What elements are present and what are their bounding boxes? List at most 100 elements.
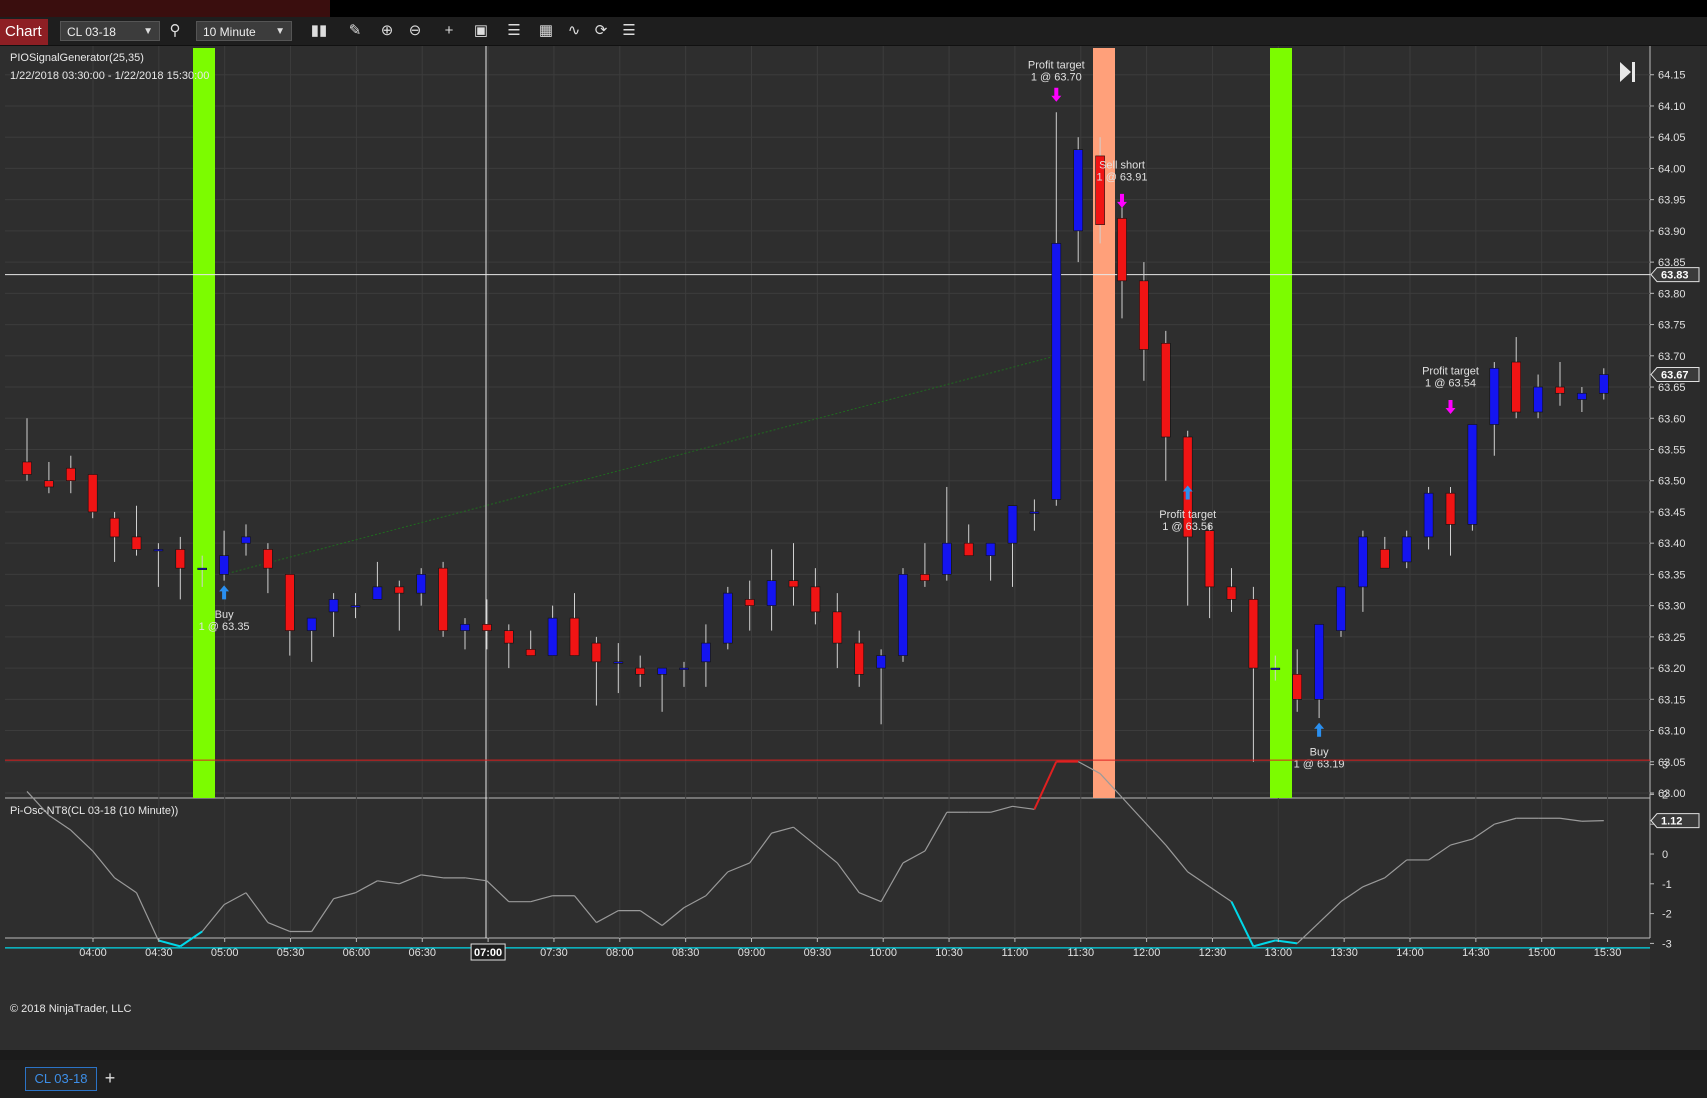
chart-style-icon[interactable]: ☰ bbox=[503, 21, 525, 41]
chart-menu-button[interactable]: Chart bbox=[0, 19, 48, 45]
candle-up bbox=[1599, 374, 1609, 394]
window-top-strip bbox=[0, 0, 1707, 17]
zoom-in-icon[interactable]: ⊕ bbox=[376, 21, 398, 41]
candle-up bbox=[941, 542, 952, 575]
price-tick-label: 63.40 bbox=[1658, 538, 1686, 550]
price-tick-label: 63.50 bbox=[1658, 476, 1686, 488]
signal-band-green bbox=[1270, 48, 1292, 798]
signal-label: Sell short bbox=[1099, 159, 1145, 171]
candle-up bbox=[1314, 624, 1324, 700]
zoom-out-icon[interactable]: ⊖ bbox=[404, 21, 426, 41]
price-tick-label: 64.15 bbox=[1658, 70, 1686, 82]
candle-down bbox=[1445, 492, 1456, 525]
price-tick-label: 63.60 bbox=[1658, 413, 1686, 425]
strategies-icon[interactable]: ▦ bbox=[535, 21, 557, 41]
oscillator-label: Pi-Osc-NT8(CL 03-18 (10 Minute)) bbox=[10, 805, 178, 817]
time-tick-label: 14:30 bbox=[1462, 947, 1490, 959]
tab-cl-03-18[interactable]: CL 03-18 bbox=[25, 1067, 97, 1091]
candle-down bbox=[854, 642, 865, 675]
candle-down bbox=[525, 649, 536, 656]
add-tab-button[interactable]: + bbox=[100, 1067, 120, 1089]
candle-down bbox=[175, 549, 186, 569]
candle-up bbox=[1423, 492, 1434, 538]
candle-up bbox=[460, 624, 470, 631]
candle-up bbox=[328, 599, 339, 613]
crosshair-icon[interactable]: + bbox=[438, 21, 460, 41]
candle-down bbox=[1555, 386, 1565, 394]
window-top-strip-accent bbox=[0, 0, 330, 17]
search-icon[interactable]: ⚲ bbox=[164, 21, 186, 41]
signal-label: Profit target bbox=[1422, 366, 1479, 378]
candle-up bbox=[350, 605, 361, 608]
candle-down bbox=[744, 599, 755, 606]
time-tick-label: 08:30 bbox=[672, 947, 700, 959]
price-tick-label: 63.95 bbox=[1658, 195, 1686, 207]
time-tick-label: 10:00 bbox=[869, 947, 897, 959]
price-tick-label: 63.90 bbox=[1658, 226, 1686, 238]
candle-down bbox=[920, 574, 930, 581]
candle-down bbox=[1292, 674, 1302, 700]
time-tick-label: 11:30 bbox=[1067, 947, 1094, 959]
signal-label: Buy bbox=[215, 609, 234, 621]
candle-up bbox=[153, 549, 164, 552]
data-box-icon[interactable]: ▣ bbox=[470, 21, 492, 41]
candle-down bbox=[1204, 530, 1215, 588]
draw-pencil-icon[interactable]: ✎ bbox=[344, 21, 366, 41]
candle-up bbox=[722, 592, 733, 644]
interval-value: 10 Minute bbox=[203, 25, 256, 39]
properties-icon[interactable]: ☰ bbox=[618, 21, 640, 41]
candle-down bbox=[591, 642, 602, 663]
time-tick-label: 15:00 bbox=[1528, 947, 1556, 959]
candle-down bbox=[963, 542, 974, 556]
time-tick-label: 04:30 bbox=[145, 947, 173, 959]
time-tick-label: 04:00 bbox=[79, 947, 107, 959]
candle-down bbox=[1117, 218, 1127, 282]
interval-selector[interactable]: 10 Minute ▼ bbox=[196, 21, 292, 41]
candle-down bbox=[810, 586, 821, 613]
chart-canvas[interactable]: Buy1 @ 63.35Profit target1 @ 63.70Sell s… bbox=[0, 46, 1707, 1050]
candle-down bbox=[131, 536, 142, 550]
price-tick-label: 63.65 bbox=[1658, 382, 1686, 394]
candle-up bbox=[1270, 667, 1281, 670]
candle-up bbox=[657, 667, 667, 675]
candle-down bbox=[503, 630, 514, 644]
candle-up bbox=[372, 586, 383, 600]
osc-last-value-marker: 1.12 bbox=[1661, 816, 1682, 828]
chevron-down-icon: ▼ bbox=[275, 26, 285, 37]
time-tick-label: 14:00 bbox=[1396, 947, 1424, 959]
candle-up bbox=[1358, 536, 1368, 588]
price-tick-label: 63.15 bbox=[1658, 694, 1686, 706]
candle-up bbox=[1029, 511, 1040, 514]
candle-up bbox=[1489, 367, 1500, 425]
candle-down bbox=[1248, 599, 1259, 669]
osc-tick-label: 0 bbox=[1662, 849, 1668, 861]
price-tick-label: 64.10 bbox=[1658, 101, 1686, 113]
time-tick-label: 11:00 bbox=[1002, 947, 1029, 959]
candle-up bbox=[1401, 536, 1412, 563]
candle-down bbox=[1161, 343, 1171, 438]
price-tick-label: 63.35 bbox=[1658, 569, 1686, 581]
price-tick-label: 63.45 bbox=[1658, 507, 1686, 519]
reload-icon[interactable]: ⟳ bbox=[590, 21, 612, 41]
bar-type-icon[interactable]: ▮▮ bbox=[308, 21, 330, 41]
signal-price: 1 @ 63.70 bbox=[1031, 71, 1082, 83]
candle-down bbox=[1226, 586, 1237, 600]
candle-down bbox=[788, 580, 799, 588]
osc-tick-label: -2 bbox=[1662, 909, 1672, 921]
candle-up bbox=[701, 642, 711, 663]
time-tick-label: 06:00 bbox=[343, 947, 371, 959]
price-tick-label: 63.20 bbox=[1658, 663, 1686, 675]
time-tick-label: 08:00 bbox=[606, 947, 634, 959]
indicators-icon[interactable]: ∿ bbox=[563, 21, 585, 41]
instrument-selector[interactable]: CL 03-18 ▼ bbox=[60, 21, 160, 41]
time-tick-label: 13:00 bbox=[1265, 947, 1293, 959]
candle-down bbox=[1511, 361, 1521, 413]
signal-price: 1 @ 63.56 bbox=[1162, 521, 1213, 533]
crosshair-price-marker: 63.83 bbox=[1661, 270, 1689, 282]
crosshair-time-label: 07:00 bbox=[474, 947, 502, 959]
signal-label: Buy bbox=[1310, 746, 1329, 758]
price-tick-label: 63.10 bbox=[1658, 726, 1686, 738]
osc-tick-label: -3 bbox=[1662, 938, 1672, 950]
strategy-label: PIOSignalGenerator(25,35) bbox=[10, 52, 144, 64]
candle-up bbox=[197, 567, 207, 570]
